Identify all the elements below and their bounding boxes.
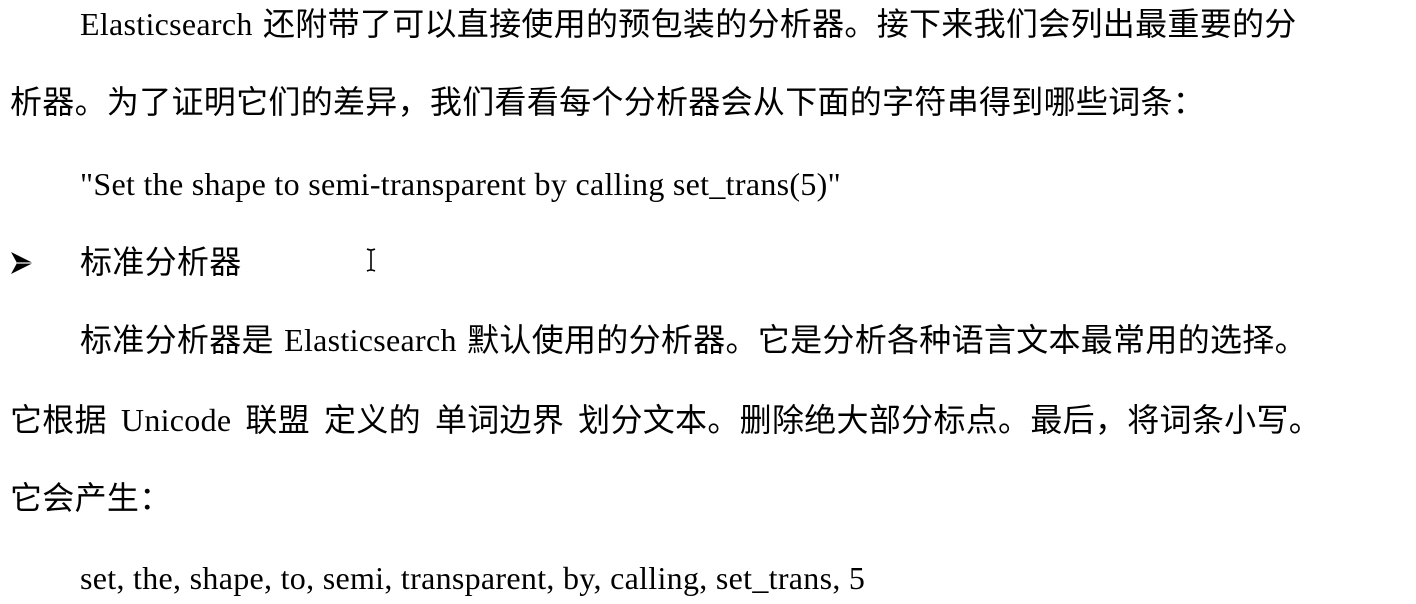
bullet-heading-row: 标准分析器	[10, 240, 1410, 284]
p2l2-part-5: 单词边界	[434, 402, 565, 438]
bullet-heading-text: 标准分析器	[80, 244, 242, 280]
p2l2-part-2: Unicode	[120, 402, 232, 438]
paragraph-2-line-1: 标准分析器是 Elasticsearch 默认使用的分析器。它是分析各种语言文本…	[80, 322, 1307, 358]
text-cursor-icon	[364, 248, 378, 272]
p2l2-part-4: 定义的	[324, 402, 421, 438]
paragraph-2-line-3: 它会产生：	[10, 480, 172, 516]
paragraph-1-line-2: 析器。为了证明它们的差异，我们看看每个分析器会从下面的字符串得到哪些词条：	[10, 84, 1206, 120]
p2l2-part-6: 划分文本。删除绝大部分标点。最后，将词条小写。	[578, 402, 1322, 438]
token-output: set, the, shape, to, semi, transparent, …	[80, 560, 866, 596]
example-string: "Set the shape to semi-transparent by ca…	[80, 166, 841, 202]
p2l2-part-1: 它根据	[10, 402, 107, 438]
arrowhead-bullet-icon	[10, 250, 34, 276]
document-page: Elasticsearch 还附带了可以直接使用的预包装的分析器。接下来我们会列…	[0, 0, 1416, 604]
paragraph-2-line-2: 它根据 Unicode 联盟 定义的 单词边界 划分文本。删除绝大部分标点。最后，将词条小…	[10, 398, 1410, 442]
paragraph-1-line-1: Elasticsearch 还附带了可以直接使用的预包装的分析器。接下来我们会列…	[80, 6, 1297, 42]
p2l2-part-3: 联盟	[245, 402, 311, 438]
